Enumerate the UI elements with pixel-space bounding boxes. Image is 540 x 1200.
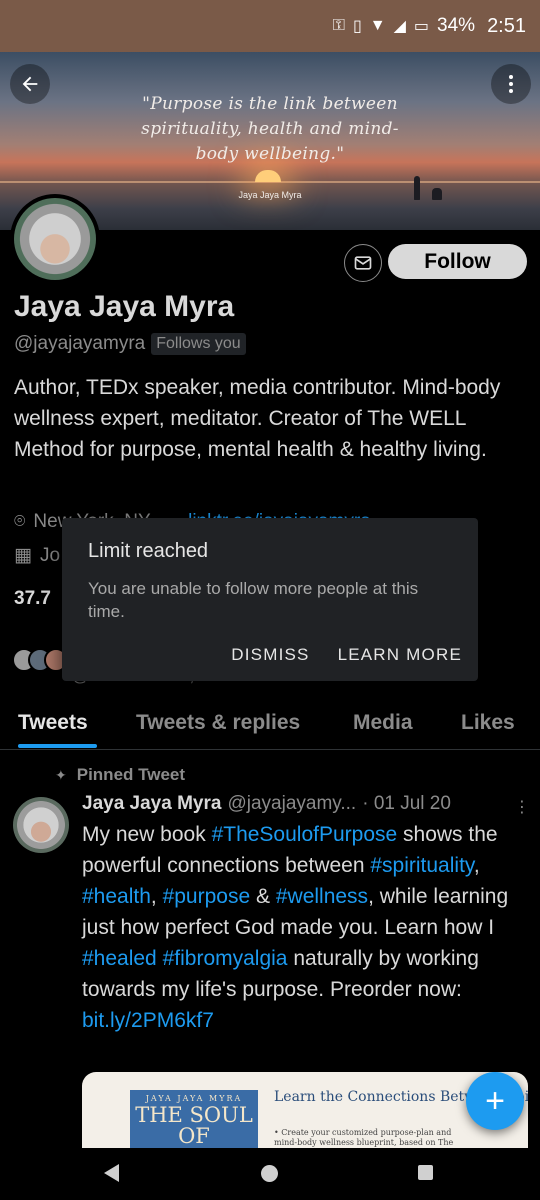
joined-row: ▦ Jo [14, 544, 60, 567]
link-preview-card[interactable]: JAYA JAYA MYRA THE SOUL OF PURPOSE Learn… [82, 1072, 528, 1160]
vibrate-icon: ▯ [352, 18, 362, 35]
dialog-message: You are unable to follow more people at … [88, 579, 419, 621]
nav-home-icon[interactable] [261, 1165, 278, 1182]
avatar-image [14, 198, 96, 280]
tweet-hashtag-link[interactable]: #healed [82, 947, 157, 970]
handle-row: @jayajayamyra Follows you [14, 333, 246, 355]
tweet-hashtag-link[interactable]: #purpose [163, 885, 251, 908]
profile-handle: @jayajayamyra [14, 333, 146, 354]
tweet-date: · 01 Jul 20 [362, 793, 451, 814]
follows-you-badge: Follows you [151, 333, 246, 355]
tab-tweets[interactable]: Tweets [18, 711, 88, 735]
arrow-left-icon [22, 76, 38, 92]
message-button[interactable] [344, 244, 382, 282]
status-bar: ⚿ ▯ ▼ ◢ ▭ 34% 2:51 [0, 0, 540, 52]
pinned-label: Pinned Tweet [76, 765, 186, 784]
profile-avatar[interactable] [10, 194, 100, 284]
tweet-hashtag-link[interactable]: bit.ly/2PM6kf7 [82, 1009, 214, 1032]
tweet-hashtag-link[interactable]: #wellness [276, 885, 368, 908]
clock: 2:51 [487, 14, 526, 37]
tweet-text-segment: , [473, 854, 480, 877]
tweet-author-handle: @jayajayamy... [227, 793, 357, 814]
tweet-hashtag-link[interactable]: #TheSoulofPurpose [212, 823, 398, 846]
active-tab-indicator [18, 744, 97, 748]
following-count[interactable]: 37.7 [14, 588, 51, 610]
tweet-avatar[interactable] [13, 797, 69, 853]
battery-percent: 34% [437, 15, 476, 36]
battery-icon: ▭ [413, 18, 430, 35]
envelope-icon [354, 256, 372, 270]
signal-icon: ◢ [393, 18, 406, 35]
learn-more-button[interactable]: LEARN MORE [338, 645, 462, 665]
tweet-hashtag-link[interactable]: #spirituality [370, 854, 473, 877]
tweet-author-name[interactable]: Jaya Jaya Myra [82, 793, 221, 815]
banner-figures [412, 174, 446, 200]
card-headline: Learn the Connections Between Spirituali… [274, 1089, 528, 1105]
book-author: JAYA JAYA MYRA [145, 1094, 243, 1103]
calendar-icon: ▦ [14, 545, 32, 566]
tweet-text[interactable]: My new book #TheSoulofPurpose shows the … [82, 819, 528, 1036]
more-dots-icon [509, 75, 513, 79]
banner-quote: "Purpose is the link between spiritualit… [141, 94, 399, 164]
dialog-title: Limit reached [88, 540, 209, 562]
profile-name: Jaya Jaya Myra [14, 290, 235, 323]
profile-bio: Author, TEDx speaker, media contributor.… [14, 376, 501, 461]
tweet-header: Jaya Jaya Myra @jayajayamy... · 01 Jul 2… [82, 793, 532, 815]
wifi-icon: ▼ [369, 17, 386, 34]
nav-recents-icon[interactable] [418, 1165, 433, 1180]
limit-reached-dialog: Limit reached You are unable to follow m… [62, 518, 478, 681]
tweet-text-segment: & [250, 885, 276, 908]
dismiss-button[interactable]: DISMISS [231, 645, 309, 665]
tweet-hashtag-link[interactable]: #fibromyalgia [163, 947, 288, 970]
pin-icon: ✦ [55, 766, 67, 783]
mutual-followers-avatars[interactable] [12, 648, 68, 672]
back-button[interactable] [10, 64, 50, 104]
tweet-text-segment: , [150, 885, 163, 908]
system-nav-bar [0, 1148, 540, 1200]
more-options-button[interactable] [491, 64, 531, 104]
tweet-hashtag-link[interactable]: #health [82, 885, 151, 908]
banner-sun [255, 170, 281, 182]
dialog-actions: DISMISS LEARN MORE [231, 645, 462, 665]
compose-tweet-button[interactable]: + [466, 1072, 524, 1130]
joined-text: Jo [39, 544, 61, 566]
tab-media[interactable]: Media [353, 711, 413, 735]
location-pin-icon: ⌾ [14, 510, 26, 532]
nav-back-icon[interactable] [104, 1164, 119, 1182]
banner-quote-author: Jaya Jaya Myra [238, 190, 302, 200]
profile-tabs: Tweets Tweets & replies Media Likes [0, 700, 540, 750]
tweet-text-segment: My new book [82, 823, 212, 846]
tab-likes[interactable]: Likes [461, 711, 515, 735]
pinned-indicator: ✦ Pinned Tweet [55, 765, 185, 785]
plus-icon: + [485, 1081, 505, 1120]
key-icon: ⚿ [332, 17, 345, 34]
follow-button[interactable]: Follow [388, 244, 527, 279]
tab-tweets-replies[interactable]: Tweets & replies [136, 711, 300, 735]
tweet-more-icon[interactable]: ⋮ [514, 797, 530, 817]
